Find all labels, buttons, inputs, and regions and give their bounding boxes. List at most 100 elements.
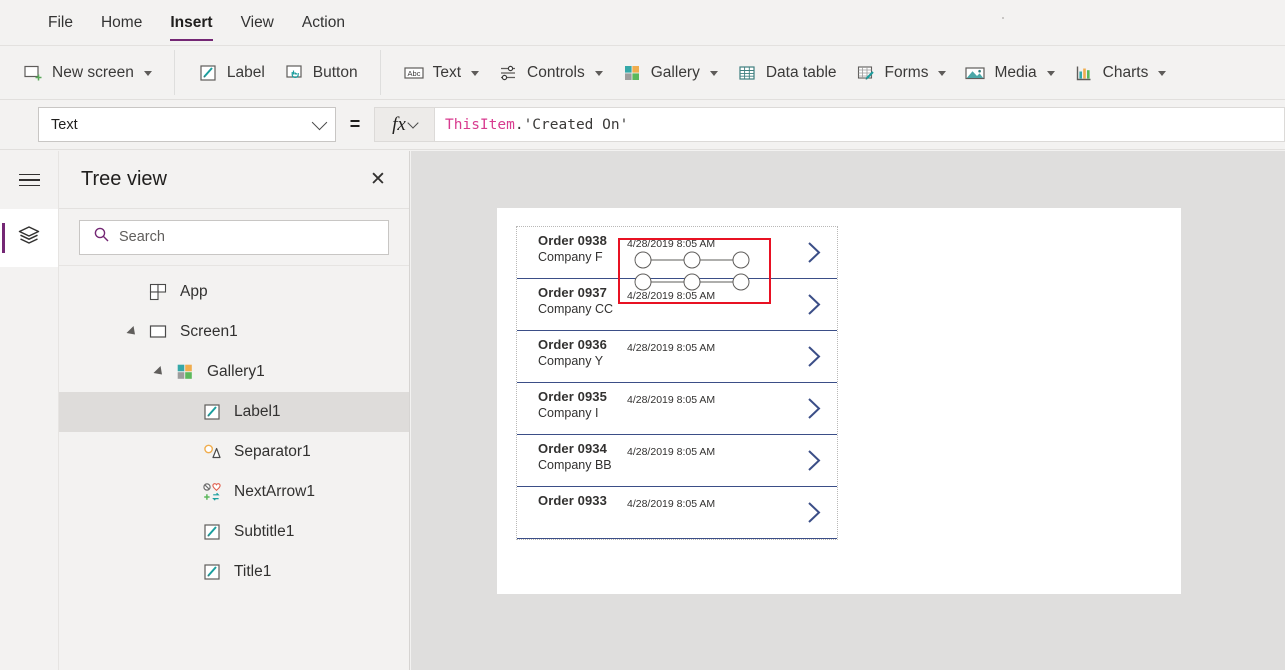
gallery-item-date-label[interactable]: 4/28/2019 8:05 AM [627,498,715,510]
gallery-item[interactable]: Order 0933 4/28/2019 8:05 AM [517,487,837,539]
gallery-item-date-label[interactable]: 4/28/2019 8:05 AM [627,394,715,406]
label-icon [201,521,223,543]
ribbon-controls-button[interactable]: Controls [488,54,612,92]
next-arrow-icon[interactable] [806,344,823,369]
chevron-down-icon [938,71,947,76]
tree-node-subtitle1[interactable]: Subtitle1 [59,512,409,552]
chevron-down-icon [471,71,480,76]
gallery-item-subtitle: Company Y [538,354,604,368]
ribbon-data-table-button[interactable]: Data table [727,54,846,92]
app-screen-preview[interactable]: Order 0938 Company F 4/28/2019 8:05 AM O… [497,208,1181,594]
ribbon-forms-label: Forms [884,63,929,81]
chevron-down-icon [407,117,419,129]
menu-bar: File Home Insert View Action [0,0,1285,45]
nextarrow-icon [201,481,223,503]
tree-node-separator1[interactable]: Separator1 [59,432,409,472]
charts-bar-icon [1073,62,1095,84]
gallery-item-date-label[interactable]: 4/28/2019 8:05 AM [627,446,715,458]
chevron-down-icon [1046,71,1055,76]
rail-tree-view-button[interactable] [0,209,58,267]
menu-item-file[interactable]: File [34,0,87,45]
next-arrow-icon[interactable] [806,292,823,317]
ribbon-group-basic: Label Button [175,50,381,95]
tree-node-screen1[interactable]: Screen1 [59,312,409,352]
gallery-icon [621,62,643,84]
tree-node-label1[interactable]: Label1 [59,392,409,432]
ribbon-forms-button[interactable]: Forms [846,54,956,92]
expander-expanded-icon[interactable] [153,365,166,379]
tree-node-label: Label1 [234,403,281,420]
tree-node-label: Subtitle1 [234,523,295,540]
gallery-item-date-label[interactable]: 4/28/2019 8:05 AM [627,342,715,354]
left-rail [0,151,58,670]
formula-token-punct: . [514,116,524,133]
expander-expanded-icon[interactable] [126,325,139,339]
text-abc-icon: Abc [403,62,425,84]
next-arrow-icon[interactable] [806,500,823,525]
ribbon-text-button[interactable]: Abc Text [394,54,488,92]
formula-token-string: 'Created On' [523,116,629,133]
label-icon [197,62,219,84]
tree-view-layers-icon [16,223,42,254]
label-icon [201,401,223,423]
property-dropdown-value: Text [51,116,78,133]
ribbon-new-screen-label: New screen [52,63,134,81]
gallery-item-date-label[interactable]: 4/28/2019 8:05 AM [627,290,715,302]
ribbon-new-screen-button[interactable]: New screen [13,54,161,92]
next-arrow-icon[interactable] [806,240,823,265]
ribbon-controls-label: Controls [527,63,585,81]
separator-icon [201,441,223,463]
ribbon-media-button[interactable]: Media [955,54,1063,92]
gallery-item[interactable]: Order 0936 Company Y 4/28/2019 8:05 AM [517,331,837,383]
gallery-item[interactable]: Order 0938 Company F 4/28/2019 8:05 AM [517,227,837,279]
gallery-item[interactable]: Order 0934 Company BB 4/28/2019 8:05 AM [517,435,837,487]
search-icon [93,226,110,248]
tree-node-app[interactable]: App [59,272,409,312]
gallery-item-date-label[interactable]: 4/28/2019 8:05 AM [627,238,715,250]
ribbon-data-table-label: Data table [765,63,837,81]
tree-node-nextarrow1[interactable]: NextArrow1 [59,472,409,512]
chevron-down-icon [709,71,718,76]
property-dropdown[interactable]: Text [38,107,336,142]
tree-node-label: Gallery1 [207,363,265,380]
menu-item-action[interactable]: Action [288,0,359,45]
button-icon [283,62,305,84]
gallery-item-subtitle: Company I [538,406,599,420]
ribbon-button-button[interactable]: Button [274,54,367,92]
gallery-item[interactable]: Order 0937 Company CC 4/28/2019 8:05 AM [517,279,837,331]
power-apps-studio: File Home Insert View Action New screen [0,0,1285,670]
next-arrow-icon[interactable] [806,396,823,421]
controls-sliders-icon [497,62,519,84]
search-input[interactable]: Search [79,219,389,255]
ribbon-charts-button[interactable]: Charts [1064,54,1176,92]
menu-item-home[interactable]: Home [87,0,156,45]
chevron-down-icon [311,114,328,131]
ribbon-text-label: Text [432,63,462,81]
app-icon [147,281,169,303]
tree-node-gallery1[interactable]: Gallery1 [59,352,409,392]
tree-view-title: Tree view [81,168,167,190]
menu-item-insert[interactable]: Insert [156,0,226,45]
data-table-icon [736,62,758,84]
hamburger-icon [18,170,40,191]
close-icon[interactable]: ✕ [365,167,391,193]
ribbon-label-button[interactable]: Label [188,54,274,92]
fx-button[interactable]: fx [374,107,434,142]
hamburger-button[interactable] [0,151,58,209]
next-arrow-icon[interactable] [806,448,823,473]
menu-item-view[interactable]: View [227,0,288,45]
equals-sign: = [349,114,361,134]
tree-view-header: Tree view ✕ [59,151,409,209]
gallery-icon [174,361,196,383]
ribbon-gallery-button[interactable]: Gallery [612,54,727,92]
formula-input[interactable]: ThisItem. 'Created On' [434,107,1285,142]
gallery-item[interactable]: Order 0935 Company I 4/28/2019 8:05 AM [517,383,837,435]
formula-token-identifier: ThisItem [445,116,515,133]
tree-node-title1[interactable]: Title1 [59,552,409,592]
decorative-dot [1002,17,1004,19]
tree-view-tree: App Screen1 Gallery1 Label1 Separator1 N… [59,266,409,592]
canvas-area[interactable]: Order 0938 Company F 4/28/2019 8:05 AM O… [411,151,1285,670]
new-screen-icon [22,62,44,84]
gallery-control[interactable]: Order 0938 Company F 4/28/2019 8:05 AM O… [516,226,838,540]
ribbon-gallery-label: Gallery [650,63,700,81]
